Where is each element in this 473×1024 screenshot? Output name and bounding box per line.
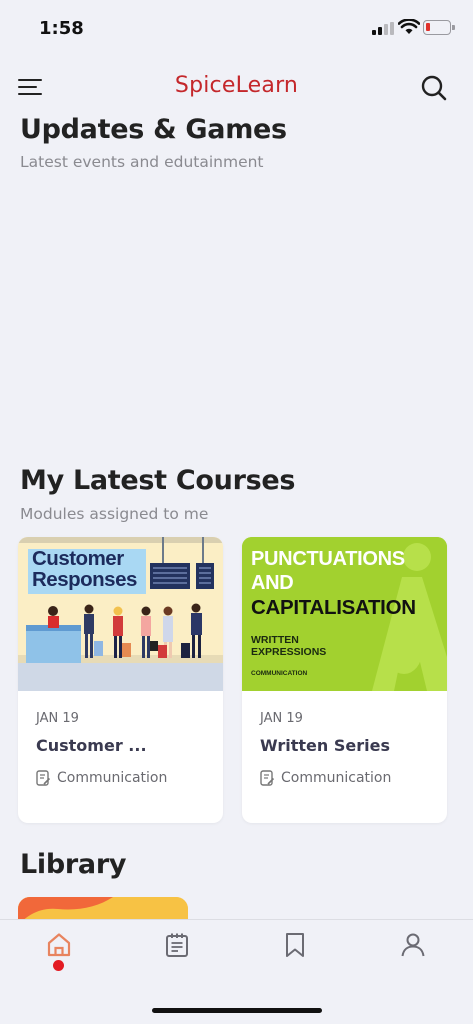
status-bar: 1:58: [0, 0, 473, 56]
course-title: Written Series: [260, 736, 390, 755]
course-date: JAN 19: [260, 711, 303, 726]
wifi-icon: [398, 19, 420, 34]
search-icon[interactable]: [420, 74, 448, 102]
course-category: Communication: [36, 769, 167, 787]
course-category-label: Communication: [281, 770, 392, 786]
signal-icon: [372, 22, 394, 35]
course-card-customer[interactable]: Customer Responses JAN 19 Customer ... C…: [18, 537, 223, 823]
thumb-label: Customer Responses: [32, 547, 137, 591]
notes-icon: [260, 770, 275, 786]
course-category-label: Communication: [57, 770, 168, 786]
active-tab-indicator: [53, 960, 64, 971]
home-icon[interactable]: [45, 931, 73, 959]
notes-icon[interactable]: [163, 931, 191, 959]
course-card-written[interactable]: PUNCTUATIONS AND CAPITALISATION WRITTEN …: [242, 537, 447, 823]
battery-icon: [423, 20, 455, 35]
app-title: SpiceLearn: [174, 73, 299, 98]
home-indicator[interactable]: [152, 1008, 322, 1013]
bookmark-icon[interactable]: [281, 931, 309, 959]
course-thumbnail: Customer Responses: [18, 537, 223, 691]
status-time: 1:58: [39, 18, 84, 39]
course-thumbnail: PUNCTUATIONS AND CAPITALISATION WRITTEN …: [242, 537, 447, 691]
course-date: JAN 19: [36, 711, 79, 726]
app-header: SpiceLearn: [0, 66, 473, 110]
updates-section-subtitle: Latest events and edutainment: [20, 153, 264, 171]
profile-icon[interactable]: [399, 931, 427, 959]
course-title: Customer ...: [36, 736, 147, 755]
updates-section-title: Updates & Games: [20, 114, 287, 145]
courses-section-title: My Latest Courses: [20, 465, 296, 496]
notes-icon: [36, 770, 51, 786]
course-category: Communication: [260, 769, 391, 787]
library-section-title: Library: [20, 849, 127, 880]
courses-section-subtitle: Modules assigned to me: [20, 505, 209, 523]
